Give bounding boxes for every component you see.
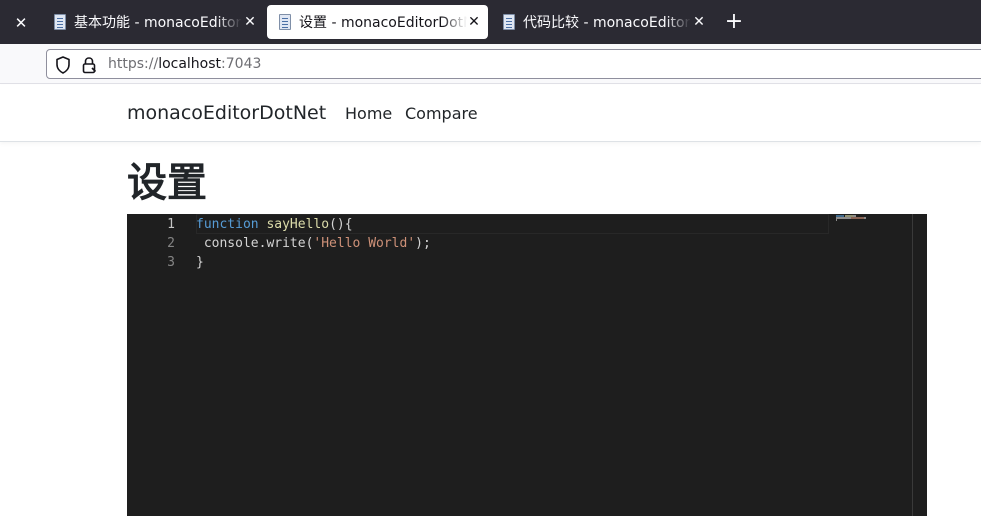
vertical-scrollbar-track[interactable]	[912, 214, 913, 516]
brand-link[interactable]: monacoEditorDotNet	[127, 102, 326, 124]
code-line[interactable]: }	[196, 253, 204, 272]
lock-icon[interactable]	[81, 56, 97, 74]
code-line[interactable]: console.write('Hello World');	[196, 234, 431, 253]
browser-toolbar: https://localhost:7043	[0, 44, 981, 84]
code-token: function	[196, 217, 259, 232]
site-header: monacoEditorDotNet Home Compare	[0, 85, 981, 142]
line-number-gutter: 1 2 3	[127, 214, 187, 516]
page-icon	[277, 14, 293, 30]
code-editor[interactable]: 1 2 3 function sayHello(){ console.write…	[127, 214, 927, 516]
code-token: sayHello	[266, 217, 330, 232]
close-icon[interactable]: ✕	[242, 14, 258, 30]
close-icon[interactable]: ✕	[691, 14, 707, 30]
page-title: 设置	[127, 160, 207, 206]
minimap-token	[836, 217, 851, 219]
code-token: }	[196, 255, 204, 270]
tab-settings[interactable]: 设置 - monacoEditorDotNet ✕	[267, 5, 488, 39]
browser-tab-strip: ✕ 基本功能 - monacoEditorDotNet ✕ 设置 - monac…	[0, 0, 981, 44]
code-line[interactable]: function sayHello(){	[196, 215, 353, 234]
new-tab-button[interactable]: +	[722, 10, 746, 34]
tab-title: 基本功能 - monacoEditorDotNet	[74, 15, 242, 31]
url-text[interactable]: https://localhost:7043	[108, 56, 261, 72]
code-token: );	[415, 236, 431, 251]
close-icon[interactable]: ✕	[466, 14, 482, 30]
tab-title: 代码比较 - monacoEditorDotNet	[523, 15, 691, 31]
nav-link-compare[interactable]: Compare	[405, 104, 478, 123]
line-number: 3	[167, 255, 175, 270]
line-number: 2	[167, 236, 175, 251]
line-number: 1	[167, 217, 175, 232]
minimap-token	[851, 217, 864, 219]
code-token: (){	[329, 217, 353, 232]
tab-basic-features[interactable]: 基本功能 - monacoEditorDotNet ✕	[42, 5, 264, 39]
minimap[interactable]	[834, 214, 914, 516]
shield-icon[interactable]	[55, 56, 71, 74]
tab-code-compare[interactable]: 代码比较 - monacoEditorDotNet ✕	[491, 5, 713, 39]
address-bar[interactable]: https://localhost:7043	[46, 49, 981, 79]
minimap-token	[836, 219, 837, 221]
page-icon	[52, 14, 68, 30]
close-icon[interactable]: ✕	[10, 12, 32, 34]
nav-link-home[interactable]: Home	[345, 104, 392, 123]
tab-title: 设置 - monacoEditorDotNet	[299, 15, 467, 31]
minimap-token	[864, 217, 866, 219]
code-token: console.write(	[196, 236, 314, 251]
page-icon	[501, 14, 517, 30]
code-token: 'Hello World'	[313, 236, 416, 251]
